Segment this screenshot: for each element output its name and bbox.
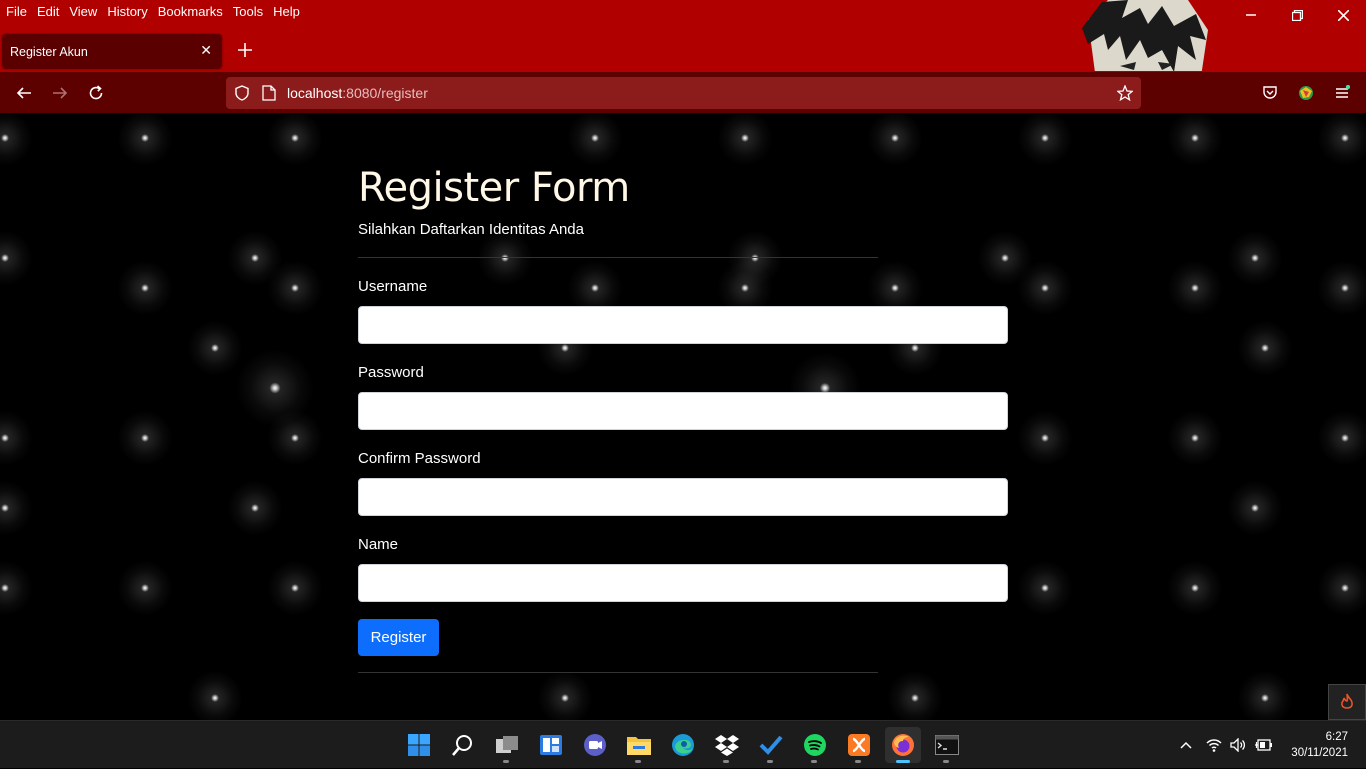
url-bar[interactable]: localhost:8080/register — [226, 77, 1141, 109]
minimize-icon — [1246, 14, 1256, 16]
show-hidden-icons-button[interactable] — [1180, 741, 1192, 749]
hamburger-menu-icon — [1336, 85, 1350, 98]
terminal-button[interactable] — [929, 727, 965, 763]
page-title: Register Form — [358, 165, 630, 211]
tab-strip: Register Akun ✕ — [0, 30, 1366, 71]
menu-file[interactable]: File — [6, 4, 27, 19]
new-tab-button[interactable] — [235, 38, 255, 62]
search-icon — [452, 735, 472, 756]
plus-icon — [238, 43, 252, 57]
dropbox-button[interactable] — [709, 727, 745, 763]
app-menu-button[interactable] — [1330, 81, 1354, 105]
pocket-icon — [1263, 86, 1277, 99]
firefox-button[interactable] — [885, 727, 921, 763]
extension-button[interactable] — [1294, 81, 1318, 105]
terminal-icon — [935, 735, 959, 755]
tab-close-icon[interactable]: ✕ — [200, 42, 212, 59]
spotify-button[interactable] — [797, 727, 833, 763]
shield-icon[interactable] — [234, 85, 250, 101]
url-text: localhost:8080/register — [287, 85, 428, 101]
navigation-bar: localhost:8080/register — [0, 71, 1366, 113]
clock-date: 30/11/2021 — [1291, 747, 1348, 759]
folder-icon — [627, 737, 651, 755]
back-arrow-icon — [16, 87, 31, 99]
restore-button[interactable] — [1274, 0, 1320, 30]
start-button[interactable] — [401, 727, 437, 763]
search-button[interactable] — [445, 727, 481, 763]
firefox-icon — [892, 734, 914, 756]
pocket-button[interactable] — [1258, 81, 1282, 105]
back-button[interactable] — [12, 81, 36, 105]
page-subtitle: Silahkan Daftarkan Identitas Anda — [358, 221, 584, 238]
register-button[interactable]: Register — [358, 619, 439, 656]
wifi-icon[interactable] — [1206, 738, 1222, 752]
name-input[interactable] — [358, 564, 1008, 602]
tab-register-akun[interactable]: Register Akun ✕ — [2, 34, 222, 69]
file-explorer-button[interactable] — [621, 727, 657, 763]
widgets-icon — [540, 735, 562, 755]
password-label: Password — [358, 364, 424, 381]
bookmark-star-icon[interactable] — [1117, 85, 1133, 101]
system-tray — [1180, 721, 1272, 769]
restore-icon — [1291, 9, 1303, 21]
name-label: Name — [358, 536, 399, 553]
xampp-icon — [848, 734, 870, 756]
extension-globe-icon — [1299, 86, 1313, 100]
divider-bottom — [358, 672, 878, 673]
windows-start-icon — [408, 734, 430, 756]
teams-chat-icon — [584, 734, 606, 756]
edge-browser-icon — [672, 734, 694, 756]
url-path: :8080/register — [342, 85, 428, 101]
menu-bookmarks[interactable]: Bookmarks — [158, 4, 223, 19]
reload-icon — [89, 85, 103, 100]
confirm-password-label: Confirm Password — [358, 450, 481, 467]
chat-button[interactable] — [577, 727, 613, 763]
chevron-up-icon — [1180, 741, 1192, 749]
xampp-button[interactable] — [841, 727, 877, 763]
checkmark-todo-icon — [759, 735, 783, 755]
battery-icon[interactable] — [1254, 739, 1272, 751]
taskbar-clock[interactable]: 6:27 30/11/2021 — [1291, 729, 1348, 761]
tab-title: Register Akun — [10, 44, 88, 59]
menu-tools[interactable]: Tools — [233, 4, 263, 19]
forward-arrow-icon — [53, 87, 68, 99]
password-input[interactable] — [358, 392, 1008, 430]
menu-history[interactable]: History — [107, 4, 147, 19]
dropbox-icon — [715, 735, 739, 756]
todo-button[interactable] — [753, 727, 789, 763]
edge-button[interactable] — [665, 727, 701, 763]
taskbar: 6:27 30/11/2021 — [0, 720, 1366, 768]
menu-help[interactable]: Help — [273, 4, 300, 19]
clock-time: 6:27 — [1325, 731, 1348, 743]
url-host: localhost — [287, 85, 343, 101]
forward-button[interactable] — [48, 81, 72, 105]
menu-view[interactable]: View — [69, 4, 97, 19]
task-view-icon — [496, 736, 518, 753]
confirm-password-input[interactable] — [358, 478, 1008, 516]
task-view-button[interactable] — [489, 727, 525, 763]
close-icon — [1337, 9, 1349, 21]
floating-action-button[interactable] — [1328, 684, 1366, 720]
username-label: Username — [358, 278, 428, 295]
browser-chrome: File Edit View History Bookmarks Tools H… — [0, 0, 1366, 113]
spotify-icon — [804, 734, 826, 756]
volume-icon[interactable] — [1230, 738, 1246, 752]
page-viewport: Register Form Silahkan Daftarkan Identit… — [0, 113, 1366, 720]
close-window-button[interactable] — [1320, 0, 1366, 30]
reload-button[interactable] — [84, 81, 108, 105]
page-info-icon[interactable] — [262, 85, 276, 101]
window-controls — [1228, 0, 1366, 30]
username-input[interactable] — [358, 306, 1008, 344]
widgets-button[interactable] — [533, 727, 569, 763]
menu-edit[interactable]: Edit — [37, 4, 59, 19]
menu-bar: File Edit View History Bookmarks Tools H… — [0, 0, 310, 22]
divider — [358, 257, 878, 258]
flame-icon — [1341, 693, 1353, 709]
minimize-button[interactable] — [1228, 0, 1274, 30]
